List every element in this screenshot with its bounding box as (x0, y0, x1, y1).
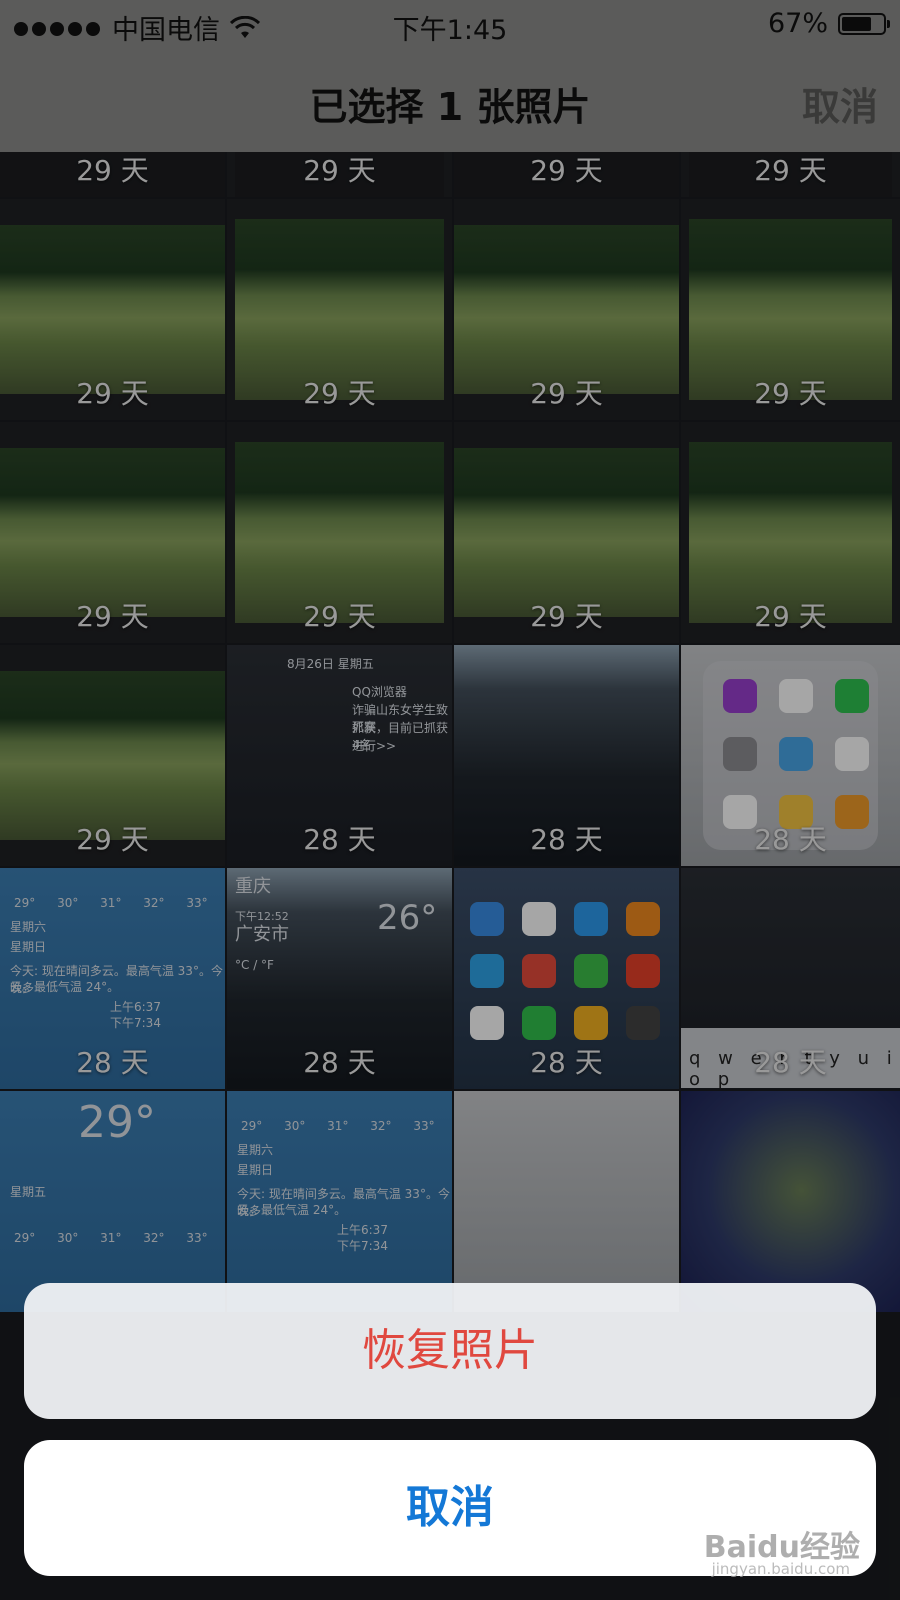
action-sheet-options: 恢复照片 (24, 1283, 876, 1419)
watermark-url: jingyan.baidu.com (711, 1560, 850, 1578)
restore-photo-button[interactable]: 恢复照片 (24, 1283, 876, 1419)
